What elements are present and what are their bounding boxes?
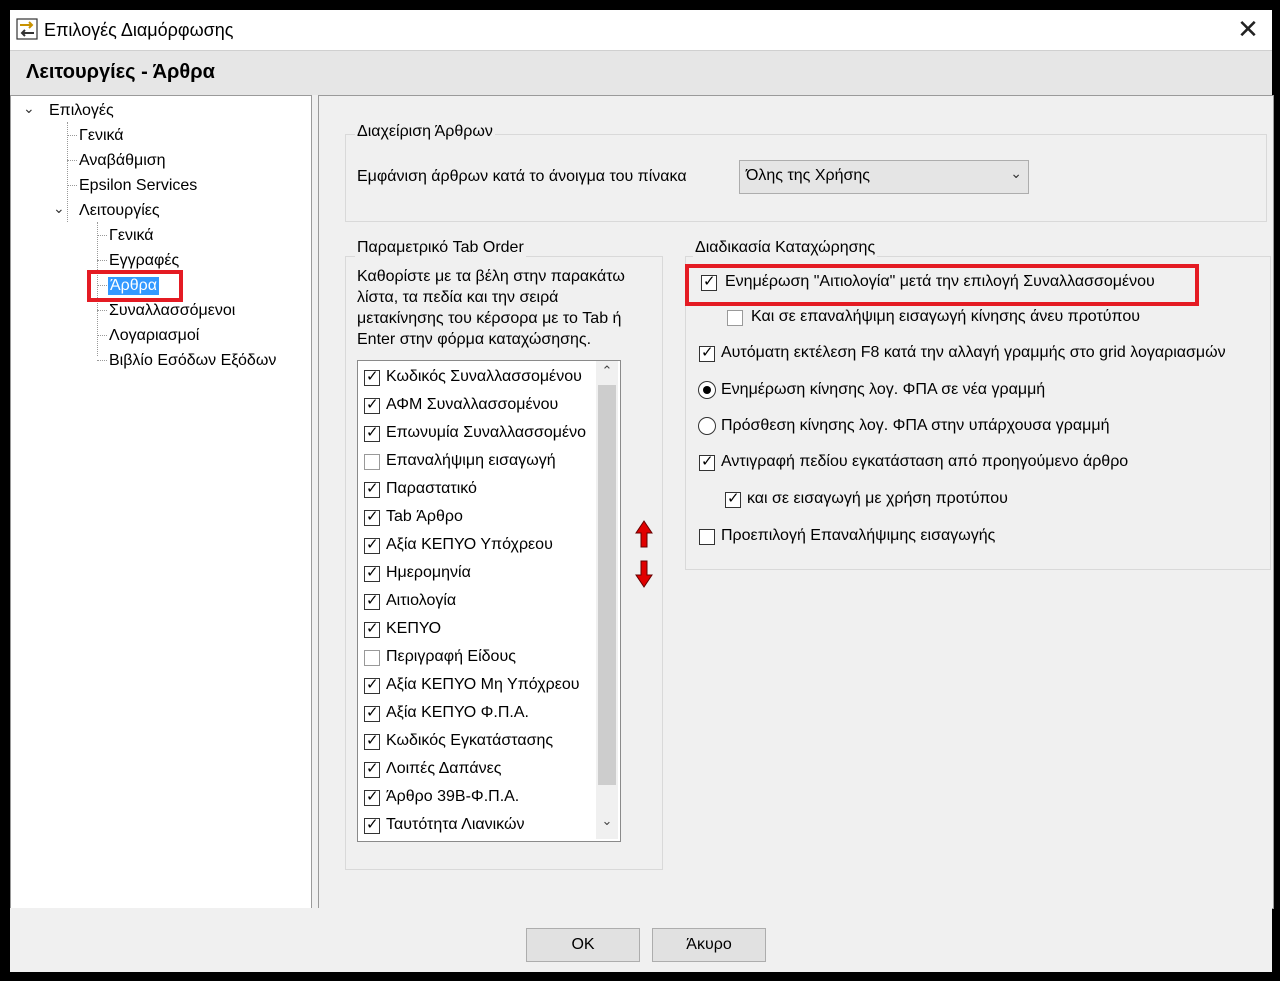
options-tree: ⌄ Επιλογές Γενικά Αναβάθμιση Epsilon Ser… xyxy=(10,95,312,909)
list-item-label: Tab Άρθρο xyxy=(386,508,463,525)
list-item-checkbox[interactable]: ✓ xyxy=(364,620,380,638)
title-bar: Επιλογές Διαμόρφωσης ✕ xyxy=(10,10,1272,50)
move-up-arrow-icon[interactable] xyxy=(635,520,653,548)
update-reason-checkbox[interactable]: ✓ xyxy=(701,273,717,291)
list-item-label: Ημερομηνία xyxy=(386,564,471,581)
list-item-label: ΚΕΠΥΟ xyxy=(386,620,442,637)
list-item-checkbox[interactable]: ✓ xyxy=(364,788,380,806)
vat-existing-line-label: Πρόσθεση κίνησης λογ. ΦΠΑ στην υπάρχουσα… xyxy=(721,417,1110,434)
list-item-checkbox[interactable]: ✓ xyxy=(364,816,380,834)
scroll-up-icon[interactable]: ⌃ xyxy=(598,363,616,379)
tab-order-description: Καθορίστε με τα βέλη στην παρακάτω xyxy=(357,268,625,285)
list-item-label: Αιτιολογία xyxy=(386,592,457,609)
tree-item-general[interactable]: Γενικά xyxy=(79,127,124,145)
tab-order-description: λίστα, τα πεδία και την σειρά xyxy=(357,289,559,306)
tab-order-description: μετακίνησης του κέρσορα με το Tab ή xyxy=(357,310,622,327)
page-title: Λειτουργίες - Άρθρα xyxy=(26,61,215,83)
list-item-label: Επωνυμία Συναλλασσομένο xyxy=(386,424,586,441)
highlight-box xyxy=(87,270,183,302)
list-item-checkbox[interactable]: ✓ xyxy=(364,536,380,554)
list-scrollbar[interactable]: ⌃ ⌄ xyxy=(596,361,618,839)
scroll-down-icon[interactable]: ⌄ xyxy=(598,813,616,829)
list-item-label: Επαναλήψιμη εισαγωγή xyxy=(386,452,556,469)
auto-f8-label: Αυτόματη εκτέλεση F8 κατά την αλλαγή γρα… xyxy=(721,344,1226,361)
copy-installation-checkbox[interactable]: ✓ xyxy=(699,453,715,471)
list-item-label: Κωδικός Συναλλασσομένου xyxy=(386,368,582,385)
template-entry-checkbox[interactable]: ✓ xyxy=(725,490,741,508)
scroll-thumb[interactable] xyxy=(598,385,616,785)
tree-item-options[interactable]: Επιλογές xyxy=(49,102,114,120)
auto-f8-checkbox[interactable]: ✓ xyxy=(699,344,715,362)
tab-order-list[interactable]: ⌃ ⌄ ✓ Κωδικός Συναλλασσομένου ✓ ΑΦΜ Συναλλα… xyxy=(357,360,621,842)
repeat-entry-checkbox[interactable] xyxy=(727,310,743,326)
group-title: Διαχείριση Άρθρων xyxy=(355,123,495,141)
dialog-footer: OK Άκυρο xyxy=(10,908,1272,972)
page-header: Λειτουργίες - Άρθρα xyxy=(10,50,1272,95)
list-item-checkbox[interactable]: ✓ xyxy=(364,396,380,414)
list-item-checkbox[interactable]: ✓ xyxy=(364,368,380,386)
default-repeat-label: Προεπιλογή Επαναλήψιμης εισαγωγής xyxy=(721,527,996,544)
vat-existing-line-radio[interactable] xyxy=(698,417,716,435)
list-item-label: Ταυτότητα Λιανικών xyxy=(386,816,525,833)
collapse-chevron-icon[interactable]: ⌄ xyxy=(23,100,35,117)
tree-item-upgrade[interactable]: Αναβάθμιση xyxy=(79,152,166,170)
list-item-label: Αξία ΚΕΠΥΟ Φ.Π.Α. xyxy=(386,704,529,721)
select-value: Όλης της Χρήσης xyxy=(746,167,870,184)
repeat-entry-label: Και σε επαναλήψιμη εισαγωγή κίνησης άνευ… xyxy=(751,308,1140,325)
list-item-checkbox[interactable]: ✓ xyxy=(364,592,380,610)
copy-installation-label: Αντιγραφή πεδίου εγκατάσταση από προηγού… xyxy=(721,453,1129,470)
group-title: Παραμετρικό Tab Order xyxy=(355,239,526,257)
list-item-checkbox[interactable]: ✓ xyxy=(364,760,380,778)
list-item-checkbox[interactable]: ✓ xyxy=(364,676,380,694)
collapse-chevron-icon[interactable]: ⌄ xyxy=(53,200,65,217)
list-item-label: Αξία ΚΕΠΥΟ Μη Υπόχρεου xyxy=(386,676,580,693)
list-item-label: Περιγραφή Είδους xyxy=(386,648,516,665)
content-panel: Διαχείριση Άρθρων Εμφάνιση άρθρων κατά τ… xyxy=(318,95,1274,909)
tree-item-accounts[interactable]: Λογαριασμοί xyxy=(109,327,199,345)
display-articles-label: Εμφάνιση άρθρων κατά το άνοιγμα του πίνα… xyxy=(357,168,687,185)
list-item-label: Κωδικός Εγκατάστασης xyxy=(386,732,554,749)
chevron-down-icon: ⌄ xyxy=(1010,165,1022,181)
settings-app-icon xyxy=(16,18,38,40)
list-item-checkbox[interactable]: ✓ xyxy=(364,424,380,442)
list-item-checkbox[interactable] xyxy=(364,650,380,666)
display-articles-select[interactable]: Όλης της Χρήσης ⌄ xyxy=(739,160,1029,194)
tree-item-counterparties[interactable]: Συναλλασσόμενοι xyxy=(109,302,235,320)
options-dialog: Επιλογές Διαμόρφωσης ✕ Λειτουργίες - Άρθ… xyxy=(10,10,1274,972)
list-item-checkbox[interactable]: ✓ xyxy=(364,508,380,526)
list-item-checkbox[interactable] xyxy=(364,454,380,470)
close-button[interactable]: ✕ xyxy=(1232,14,1264,46)
list-item-checkbox[interactable]: ✓ xyxy=(364,704,380,722)
tab-order-description: Enter στην φόρμα καταχώσησης. xyxy=(357,331,592,348)
list-item-label: ΑΦΜ Συναλλασσομένου xyxy=(386,396,559,413)
move-down-arrow-icon[interactable] xyxy=(635,560,653,588)
template-entry-label: και σε εισαγωγή με χρήση προτύπου xyxy=(747,490,1008,507)
tree-item-income-expense-book[interactable]: Βιβλίο Εσόδων Εξόδων xyxy=(109,352,276,370)
tree-item-epsilon-services[interactable]: Epsilon Services xyxy=(79,177,197,195)
ok-button[interactable]: OK xyxy=(526,928,640,962)
tree-item-functions-general[interactable]: Γενικά xyxy=(109,227,154,245)
list-item-label: Άρθρο 39Β-Φ.Π.Α. xyxy=(386,788,520,805)
list-item-checkbox[interactable]: ✓ xyxy=(364,564,380,582)
list-item-checkbox[interactable]: ✓ xyxy=(364,732,380,750)
list-item-label: Αξία ΚΕΠΥΟ Υπόχρεου xyxy=(386,536,553,553)
tree-item-entries[interactable]: Εγγραφές xyxy=(109,252,179,270)
window-title: Επιλογές Διαμόρφωσης xyxy=(44,20,234,40)
vat-new-line-radio[interactable] xyxy=(698,381,716,399)
list-item-label: Παραστατικό xyxy=(386,480,477,497)
default-repeat-checkbox[interactable] xyxy=(699,529,715,545)
list-item-label: Λοιπές Δαπάνες xyxy=(386,760,502,777)
tree-item-functions[interactable]: Λειτουργίες xyxy=(79,202,160,220)
vat-new-line-label: Ενημέρωση κίνησης λογ. ΦΠΑ σε νέα γραμμή xyxy=(721,381,1046,398)
list-item-checkbox[interactable]: ✓ xyxy=(364,480,380,498)
group-title: Διαδικασία Καταχώρησης xyxy=(693,239,878,257)
update-reason-label: Ενημέρωση "Αιτιολογία" μετά την επιλογή … xyxy=(725,273,1155,290)
cancel-button[interactable]: Άκυρο xyxy=(652,928,766,962)
